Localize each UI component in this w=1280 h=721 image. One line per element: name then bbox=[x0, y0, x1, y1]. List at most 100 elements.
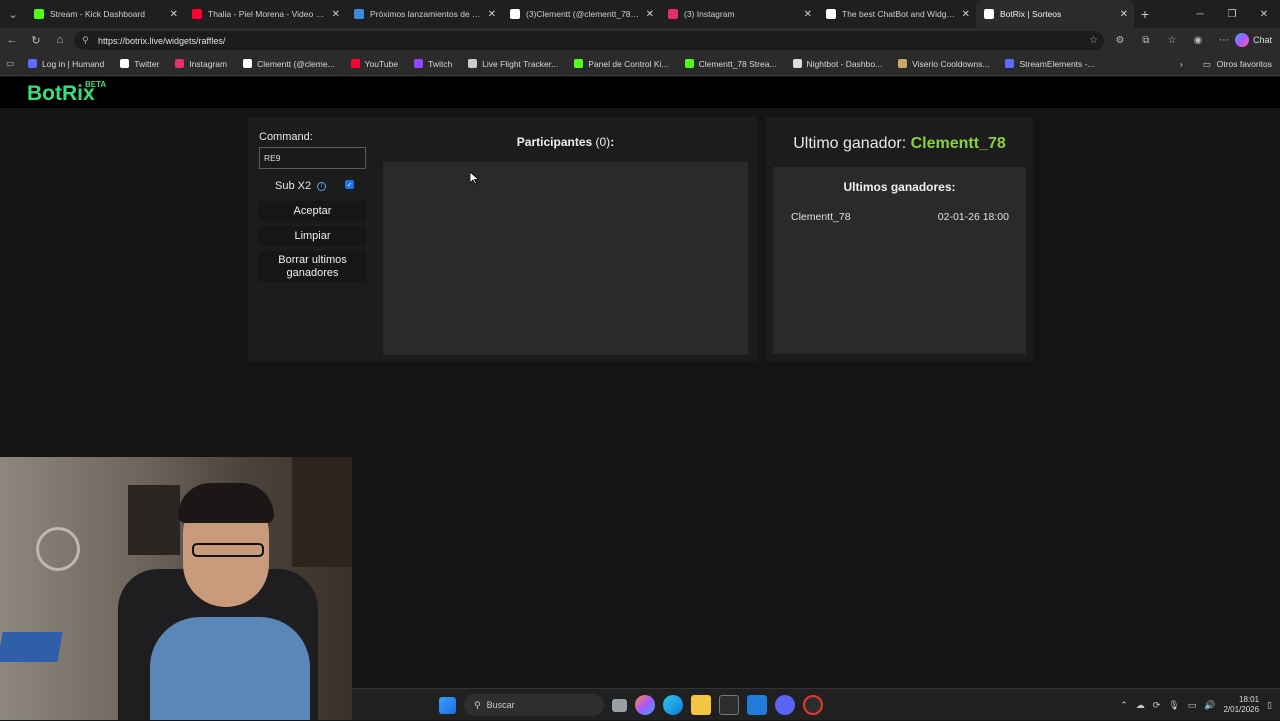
tab-title: (3)Clementt (@clementt_78) | TikT bbox=[526, 9, 640, 19]
url-field[interactable]: ⚲ https://botrix.live/widgets/raffles/ ☆ bbox=[74, 31, 1104, 50]
bookmark-item[interactable]: Clementt_78 Strea... bbox=[684, 59, 777, 69]
tab-title: Thalia - Piel Morena - Video Oficia bbox=[208, 9, 326, 19]
person-hair bbox=[178, 483, 274, 523]
info-icon[interactable]: i bbox=[317, 181, 327, 191]
app-icon[interactable] bbox=[803, 695, 823, 715]
bookmark-label: Clementt (@cleme... bbox=[257, 58, 335, 69]
command-input[interactable] bbox=[259, 147, 366, 169]
participants-heading: Participantes (0): bbox=[383, 135, 748, 149]
bookmark-item[interactable]: Nightbot - Dashbo... bbox=[792, 59, 882, 69]
clear-button[interactable]: Limpiar bbox=[259, 226, 366, 246]
address-bar: ← ↻ ⌂ ⚲ https://botrix.live/widgets/raff… bbox=[0, 28, 1280, 52]
close-tab-icon[interactable]: ✕ bbox=[804, 9, 812, 20]
reload-icon[interactable]: ↻ bbox=[24, 28, 48, 52]
start-icon[interactable] bbox=[439, 696, 456, 714]
browser-tab[interactable]: (3)Clementt (@clementt_78) | TikT ✕ bbox=[502, 0, 660, 28]
blue-box bbox=[0, 632, 63, 662]
sub-x2-checkbox[interactable]: ✓ bbox=[345, 180, 354, 189]
bookmark-item[interactable]: Viserio Cooldowns... bbox=[898, 59, 989, 69]
bookmark-item[interactable]: Panel de Control Ki... bbox=[574, 59, 669, 69]
bookmark-label: Twitter bbox=[134, 58, 160, 69]
bookmarks-bar: ▭ Log in | Humand Twitter Instagram Clement… bbox=[0, 52, 1280, 76]
restore-icon[interactable]: ❐ bbox=[1216, 0, 1248, 28]
task-view-icon[interactable] bbox=[612, 698, 627, 712]
close-tab-icon[interactable]: ✕ bbox=[332, 9, 340, 20]
close-tab-icon[interactable]: ✕ bbox=[962, 9, 970, 20]
bookmark-item[interactable]: Twitch bbox=[414, 59, 452, 69]
close-tab-icon[interactable]: ✕ bbox=[646, 9, 654, 20]
favorites-icon[interactable]: ☆ bbox=[1160, 35, 1184, 46]
close-tab-icon[interactable]: ✕ bbox=[170, 9, 178, 20]
raffle-panel: Command: Sub X2 i ✓ Aceptar Limpiar Borr… bbox=[248, 117, 758, 361]
clock[interactable]: 18:01 2/01/2026 bbox=[1223, 695, 1259, 716]
bookmark-item[interactable]: Twitter bbox=[120, 59, 159, 69]
bookmark-favicon-icon bbox=[350, 59, 360, 68]
favorite-star-icon[interactable]: ☆ bbox=[1089, 35, 1098, 46]
bookmark-item[interactable]: YouTube bbox=[350, 59, 398, 69]
close-tab-icon[interactable]: ✕ bbox=[488, 9, 496, 20]
home-icon[interactable]: ⌂ bbox=[48, 28, 72, 52]
tab-favicon-icon bbox=[192, 9, 202, 19]
search-placeholder: Buscar bbox=[486, 700, 515, 710]
last-winner-name: Clementt_78 bbox=[910, 135, 1006, 152]
notifications-icon[interactable]: ▯ bbox=[1267, 700, 1272, 711]
tray-expand-icon[interactable]: ⌃ bbox=[1120, 700, 1128, 711]
sync-icon[interactable]: ⟳ bbox=[1153, 700, 1161, 711]
extensions-icon[interactable]: ⚙ bbox=[1108, 35, 1132, 46]
new-tab-button[interactable]: + bbox=[1134, 6, 1156, 22]
bookmark-item[interactable]: StreamElements -... bbox=[1005, 59, 1095, 69]
bookmark-item[interactable]: Clementt (@cleme... bbox=[243, 59, 335, 69]
mouse-cursor-icon bbox=[470, 172, 479, 185]
bookmark-item[interactable]: Log in | Humand bbox=[28, 59, 104, 69]
more-menu-icon[interactable]: ⋯ bbox=[1212, 35, 1236, 46]
tab-bar: ⌄ Stream - Kick Dashboard ✕ Thalia - Piel … bbox=[0, 0, 1280, 28]
bookmarks-more-icon[interactable]: › bbox=[1180, 59, 1183, 69]
toolbar-icons: ⚙ ⧉ ☆ ◉ ⋯ bbox=[1108, 28, 1236, 52]
tab-title: Stream - Kick Dashboard bbox=[50, 9, 145, 19]
system-tray: ⌃ ☁ ⟳ 🎙 ▭ 🔊 18:01 2/01/2026 ▯ bbox=[1120, 689, 1272, 721]
store-icon[interactable] bbox=[719, 695, 739, 715]
browser-tab[interactable]: Thalia - Piel Morena - Video Oficia ✕ bbox=[184, 0, 346, 28]
taskbar-search[interactable]: ⚲ Buscar bbox=[464, 694, 604, 716]
edge-icon[interactable] bbox=[663, 695, 683, 715]
bookmark-label: Live Flight Tracker... bbox=[482, 58, 559, 69]
browser-tab[interactable]: The best ChatBot and Widgets for ✕ bbox=[818, 0, 976, 28]
bookmark-label: Twitch bbox=[428, 58, 453, 69]
last-winner-heading: Ultimo ganador: Clementt_78 bbox=[766, 135, 1033, 153]
accept-button[interactable]: Aceptar bbox=[259, 201, 366, 221]
bookmark-item[interactable]: Live Flight Tracker... bbox=[468, 59, 558, 69]
bookmark-favicon-icon bbox=[1005, 59, 1015, 68]
browser-tab[interactable]: Próximos lanzamientos de videoju ✕ bbox=[346, 0, 502, 28]
sub-x2-option: Sub X2 i bbox=[275, 180, 327, 192]
close-tab-icon[interactable]: ✕ bbox=[1120, 9, 1128, 20]
site-info-icon[interactable]: ⚲ bbox=[82, 35, 92, 46]
collections-icon[interactable]: ⧉ bbox=[1134, 35, 1158, 46]
minimize-icon[interactable]: ─ bbox=[1184, 0, 1216, 28]
window-controls: ─ ❐ ✕ bbox=[1184, 0, 1280, 28]
bookmark-favicon-icon bbox=[243, 59, 253, 68]
tab-title: BotRix | Sorteos bbox=[1000, 9, 1062, 19]
tab-actions-icon[interactable]: ⌄ bbox=[0, 0, 26, 28]
volume-icon[interactable]: 🔊 bbox=[1204, 700, 1215, 711]
sidebar-toggle-icon[interactable]: ▭ bbox=[6, 58, 14, 69]
mail-icon[interactable] bbox=[747, 695, 767, 715]
file-explorer-icon[interactable] bbox=[691, 695, 711, 715]
close-window-icon[interactable]: ✕ bbox=[1248, 0, 1280, 28]
copilot-chat-button[interactable]: Chat bbox=[1234, 32, 1272, 48]
bookmark-item[interactable]: Instagram bbox=[175, 59, 227, 69]
copilot-app-icon[interactable] bbox=[635, 695, 655, 715]
delete-winners-button[interactable]: Borrar ultimos ganadores bbox=[259, 251, 366, 282]
profile-icon[interactable]: ◉ bbox=[1186, 35, 1210, 46]
copilot-icon bbox=[1234, 33, 1249, 47]
browser-tab[interactable]: (3) Instagram ✕ bbox=[660, 0, 818, 28]
back-icon[interactable]: ← bbox=[0, 28, 24, 52]
network-icon[interactable]: ▭ bbox=[1188, 700, 1197, 711]
bookmark-label: Log in | Humand bbox=[42, 58, 105, 69]
onedrive-icon[interactable]: ☁ bbox=[1136, 700, 1145, 711]
browser-tab[interactable]: Stream - Kick Dashboard ✕ bbox=[26, 0, 184, 28]
microphone-icon[interactable]: 🎙 bbox=[1168, 700, 1179, 711]
browser-tab[interactable]: BotRix | Sorteos ✕ bbox=[976, 0, 1134, 28]
discord-icon[interactable] bbox=[775, 695, 795, 715]
tab-favicon-icon bbox=[354, 9, 364, 19]
other-favorites[interactable]: Otros favoritos bbox=[1217, 59, 1272, 69]
